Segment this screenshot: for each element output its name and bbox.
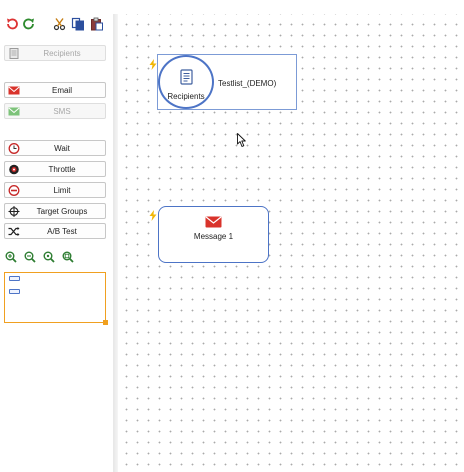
paste-button[interactable] — [89, 16, 105, 32]
zoom-fit-button[interactable] — [62, 251, 74, 263]
mouse-cursor-icon — [237, 133, 246, 147]
crosshair-icon — [8, 206, 20, 217]
outline-node-recipients — [9, 276, 20, 281]
sms-icon — [8, 106, 20, 117]
email-button[interactable]: Email — [4, 82, 106, 98]
envelope-icon — [205, 216, 222, 228]
ab-test-button-label: A/B Test — [47, 227, 77, 236]
wait-button-label: Wait — [54, 144, 70, 153]
zoom-toolbar — [5, 251, 85, 263]
list-icon — [180, 69, 193, 85]
undo-icon — [7, 18, 18, 30]
recipients-node-circle[interactable]: Recipients — [158, 55, 214, 109]
zoom-out-icon — [24, 251, 36, 263]
outline-navigator[interactable] — [4, 272, 108, 325]
message-node[interactable]: Message 1 — [158, 206, 269, 263]
recipients-button[interactable]: Recipients — [4, 45, 106, 61]
left-panel: Recipients Email SMS Wait Throttle Limit — [0, 0, 113, 472]
cut-button[interactable] — [52, 16, 68, 32]
shuffle-icon — [8, 226, 20, 237]
target-groups-button-label: Target Groups — [36, 207, 88, 216]
throttle-button-label: Throttle — [48, 165, 76, 174]
toolbar — [4, 16, 108, 32]
trigger-flash-icon — [149, 59, 157, 70]
copy-icon — [71, 17, 84, 31]
undo-button[interactable] — [4, 16, 20, 32]
limit-icon — [8, 185, 20, 196]
zoom-actual-button[interactable] — [43, 251, 55, 263]
zoom-actual-icon — [43, 251, 55, 263]
limit-button-label: Limit — [53, 186, 71, 195]
paste-icon — [91, 17, 103, 31]
sms-button[interactable]: SMS — [4, 103, 106, 119]
trigger-flash-icon — [149, 210, 157, 221]
throttle-button[interactable]: Throttle — [4, 161, 106, 177]
cut-icon — [53, 18, 66, 31]
wait-button[interactable]: Wait — [4, 140, 106, 156]
message-node-label: Message 1 — [193, 232, 234, 241]
email-button-label: Email — [51, 86, 72, 95]
limit-button[interactable]: Limit — [4, 182, 106, 198]
list-icon — [8, 48, 20, 59]
recipients-list-label: Testlist_(DEMO) — [218, 79, 277, 88]
zoom-fit-icon — [62, 251, 74, 263]
zoom-in-icon — [5, 251, 17, 263]
zoom-out-button[interactable] — [24, 251, 36, 263]
redo-button[interactable] — [21, 16, 37, 32]
outline-resize-handle[interactable] — [103, 320, 108, 325]
redo-icon — [23, 18, 34, 30]
outline-node-message — [9, 289, 20, 294]
zoom-in-button[interactable] — [5, 251, 17, 263]
ab-test-button[interactable]: A/B Test — [4, 223, 106, 239]
target-groups-button[interactable]: Target Groups — [4, 203, 106, 219]
recipients-node-label: Recipients — [167, 92, 205, 101]
clock-icon — [8, 143, 20, 154]
throttle-icon — [8, 164, 20, 175]
sms-button-label: SMS — [53, 107, 71, 116]
envelope-icon — [8, 85, 20, 96]
copy-button[interactable] — [70, 16, 86, 32]
recipients-button-label: Recipients — [43, 49, 81, 58]
